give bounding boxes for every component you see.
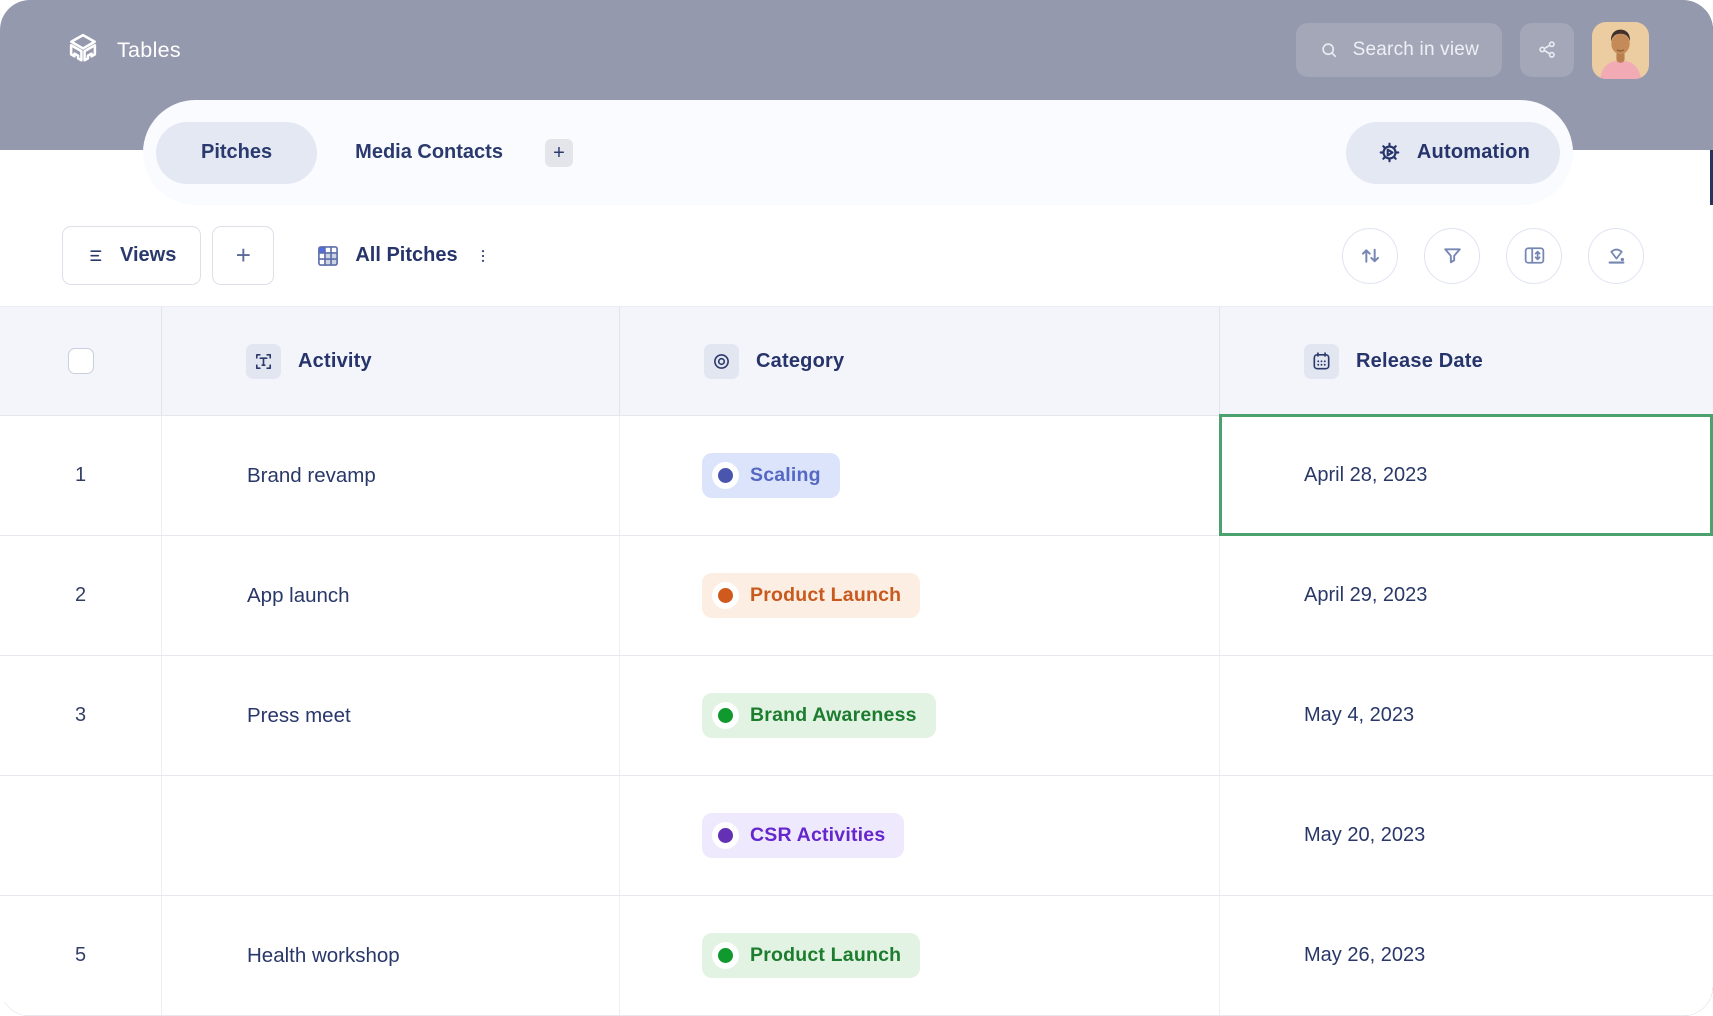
badge-label: Brand Awareness (750, 704, 917, 727)
views-list-icon (87, 246, 107, 266)
sort-button[interactable] (1342, 228, 1398, 284)
brand: Tables (64, 31, 181, 69)
row-number: 2 (0, 536, 162, 655)
share-icon (1536, 39, 1559, 62)
column-label: Release Date (1356, 350, 1483, 373)
table-row: CSR Activities May 20, 2023 (0, 776, 1713, 896)
badge-dot-icon (712, 462, 739, 489)
badge-label: Scaling (750, 464, 821, 487)
add-table-button[interactable]: + (545, 139, 573, 167)
kebab-menu-icon (474, 247, 492, 265)
search-in-view-button[interactable]: Search in view (1296, 23, 1502, 77)
badge-label: Product Launch (750, 584, 901, 607)
current-view: All Pitches (315, 243, 493, 269)
badge-label: CSR Activities (750, 824, 885, 847)
calendar-icon (1304, 344, 1339, 379)
activity-cell[interactable]: Health workshop (162, 896, 620, 1015)
tables-logo-icon (64, 31, 102, 69)
row-number: 1 (0, 416, 162, 535)
select-all-checkbox[interactable] (68, 348, 94, 374)
table-header-row: Activity Category Relea (0, 306, 1713, 416)
column-label: Category (756, 350, 844, 373)
view-name: All Pitches (355, 244, 457, 267)
tab-strip: Pitches Media Contacts + Automation (143, 100, 1573, 205)
category-cell[interactable]: Brand Awareness (620, 656, 1220, 775)
text-field-icon (246, 344, 281, 379)
views-button[interactable]: Views (62, 226, 201, 285)
category-badge: CSR Activities (702, 813, 904, 858)
tab-label: Pitches (201, 141, 272, 164)
table-row: 3 Press meet Brand Awareness May 4, 2023 (0, 656, 1713, 776)
filter-funnel-icon (1440, 243, 1465, 268)
paint-bucket-icon (1604, 243, 1629, 268)
table-body: 1 Brand revamp Scaling April 28, 2023 2 … (0, 416, 1713, 1016)
badge-dot-icon (712, 942, 739, 969)
row-number: 3 (0, 656, 162, 775)
table-row: 1 Brand revamp Scaling April 28, 2023 (0, 416, 1713, 536)
category-badge: Product Launch (702, 933, 920, 978)
activity-cell[interactable]: Brand revamp (162, 416, 620, 535)
table-row: 2 App launch Product Launch April 29, 20… (0, 536, 1713, 656)
badge-label: Product Launch (750, 944, 901, 967)
row-number (0, 776, 162, 895)
column-header-activity[interactable]: Activity (162, 307, 620, 415)
category-badge: Scaling (702, 453, 840, 498)
release-date-cell[interactable]: May 20, 2023 (1220, 776, 1713, 895)
category-badge: Product Launch (702, 573, 920, 618)
app-window: Tables Search in view (0, 0, 1713, 1016)
category-cell[interactable]: Product Launch (620, 536, 1220, 655)
release-date-cell-selected[interactable]: April 28, 2023 (1220, 416, 1713, 535)
category-cell[interactable]: Scaling (620, 416, 1220, 535)
column-label: Activity (298, 350, 372, 373)
add-view-button[interactable]: + (212, 226, 274, 285)
tab-pitches[interactable]: Pitches (156, 122, 317, 184)
release-date-cell[interactable]: May 26, 2023 (1220, 896, 1713, 1015)
target-icon (704, 344, 739, 379)
row-height-button[interactable] (1506, 228, 1562, 284)
search-button-label: Search in view (1353, 39, 1479, 61)
activity-cell[interactable]: Press meet (162, 656, 620, 775)
badge-dot-icon (712, 822, 739, 849)
views-label: Views (120, 244, 176, 267)
avatar[interactable] (1592, 22, 1649, 79)
activity-cell[interactable] (162, 776, 620, 895)
activity-cell[interactable]: App launch (162, 536, 620, 655)
view-options-button[interactable] (472, 245, 494, 267)
release-date-cell[interactable]: May 4, 2023 (1220, 656, 1713, 775)
app-title: Tables (117, 38, 181, 63)
badge-dot-icon (712, 702, 739, 729)
filter-button[interactable] (1424, 228, 1480, 284)
grid-view-icon (315, 243, 341, 269)
row-number: 5 (0, 896, 162, 1015)
tab-media-contacts[interactable]: Media Contacts (317, 122, 541, 184)
view-toolbar: Views + All Pitches (0, 205, 1713, 306)
sort-icon (1358, 243, 1383, 268)
tab-label: Media Contacts (355, 141, 503, 164)
release-date-cell[interactable]: April 29, 2023 (1220, 536, 1713, 655)
search-icon (1319, 40, 1340, 61)
fill-color-button[interactable] (1588, 228, 1644, 284)
automation-gear-icon (1376, 139, 1403, 166)
category-cell[interactable]: Product Launch (620, 896, 1220, 1015)
category-cell[interactable]: CSR Activities (620, 776, 1220, 895)
column-header-release-date[interactable]: Release Date (1220, 307, 1713, 415)
automation-button[interactable]: Automation (1346, 122, 1560, 184)
category-badge: Brand Awareness (702, 693, 936, 738)
column-header-category[interactable]: Category (620, 307, 1220, 415)
table-row: 5 Health workshop Product Launch May 26,… (0, 896, 1713, 1016)
row-height-icon (1522, 243, 1547, 268)
badge-dot-icon (712, 582, 739, 609)
share-button[interactable] (1520, 23, 1574, 77)
automation-label: Automation (1417, 141, 1530, 164)
